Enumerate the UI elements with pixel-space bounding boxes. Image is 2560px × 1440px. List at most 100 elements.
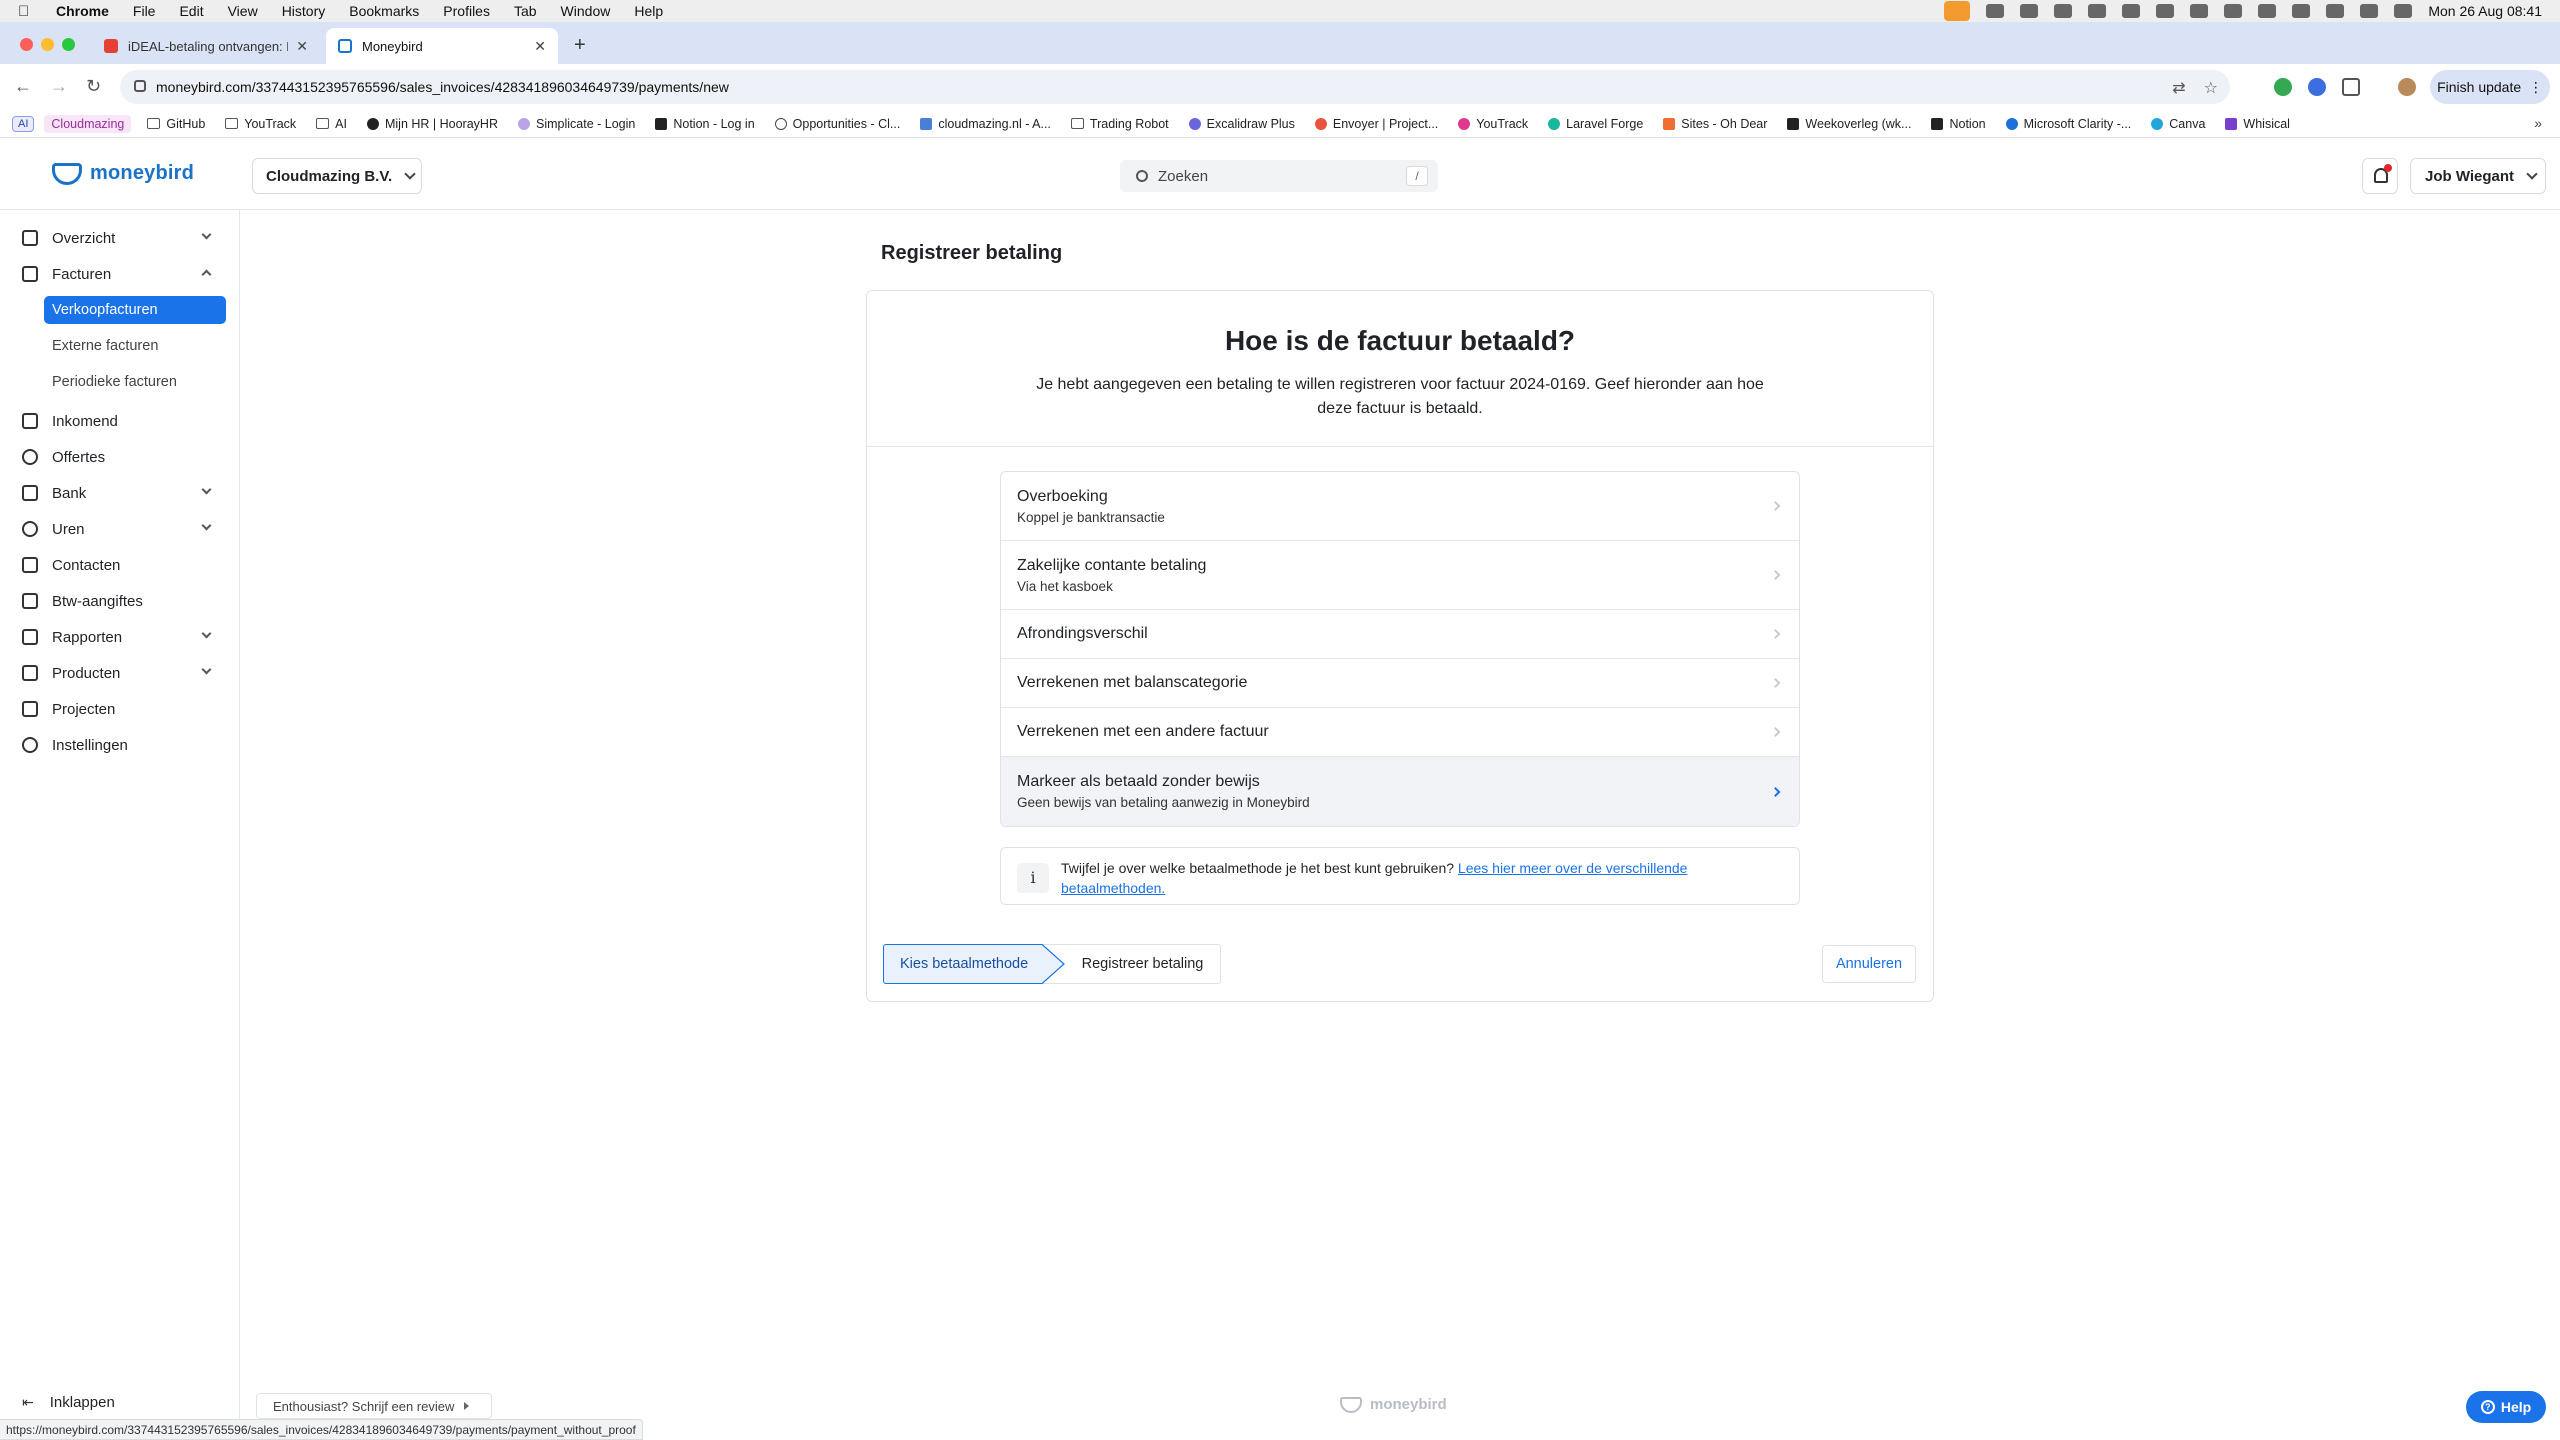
menu-history[interactable]: History bbox=[282, 3, 326, 19]
sidebar-item-facturen[interactable]: Facturen bbox=[22, 261, 222, 287]
close-tab-icon[interactable]: ✕ bbox=[296, 38, 308, 55]
bookmark-clarity[interactable]: Microsoft Clarity -... bbox=[2005, 117, 2131, 131]
bookmark-trading-robot[interactable]: Trading Robot bbox=[1070, 117, 1169, 131]
bookmark-notion-login[interactable]: Notion - Log in bbox=[655, 117, 755, 131]
profile-avatar[interactable] bbox=[2398, 78, 2416, 96]
sidebar-item-bank[interactable]: Bank bbox=[22, 480, 222, 506]
drive-extension-icon[interactable] bbox=[2274, 78, 2292, 96]
site-info-icon[interactable] bbox=[134, 80, 146, 92]
option-zonder-bewijs[interactable]: Markeer als betaald zonder bewijs Geen b… bbox=[1001, 757, 1799, 826]
help-button[interactable]: ? Help bbox=[2466, 1391, 2546, 1423]
close-window-icon[interactable] bbox=[20, 38, 33, 51]
option-balanscategorie[interactable]: Verrekenen met balanscategorie bbox=[1001, 659, 1799, 708]
forward-icon[interactable]: → bbox=[50, 76, 68, 97]
menu-tab[interactable]: Tab bbox=[514, 3, 537, 19]
extensions-icon[interactable] bbox=[2342, 78, 2360, 96]
sidebar-item-producten[interactable]: Producten bbox=[22, 660, 222, 686]
menubar-clock[interactable]: Mon 26 Aug 08:41 bbox=[2428, 3, 2542, 19]
password-extension-icon[interactable] bbox=[2308, 78, 2326, 96]
bookmark-simplicate[interactable]: Simplicate - Login bbox=[517, 117, 635, 131]
profile-bookmark-chip[interactable]: Cloudmazing bbox=[44, 114, 132, 133]
ai-badge[interactable]: AI bbox=[12, 115, 35, 132]
sidebar-subitem-periodieke-facturen[interactable]: Periodieke facturen bbox=[44, 368, 226, 396]
tray-icon[interactable] bbox=[2292, 4, 2311, 18]
translate-icon[interactable]: ⇄ bbox=[2172, 78, 2185, 98]
browser-tab-moneybird[interactable]: Moneybird ✕ bbox=[326, 28, 558, 64]
close-tab-icon[interactable]: ✕ bbox=[534, 38, 546, 55]
browser-tab-gmail[interactable]: iDEAL-betaling ontvangen: Fa ✕ bbox=[92, 28, 320, 64]
bookmark-envoyer[interactable]: Envoyer | Project... bbox=[1314, 117, 1438, 131]
new-tab-icon[interactable]: + bbox=[574, 34, 586, 57]
company-switcher[interactable]: Cloudmazing B.V. bbox=[252, 158, 422, 194]
user-menu-button[interactable]: Job Wiegant bbox=[2410, 158, 2546, 194]
back-icon[interactable]: ← bbox=[14, 76, 32, 97]
search-icon[interactable] bbox=[2394, 4, 2413, 18]
address-bar[interactable]: moneybird.com/337443152395765596/sales_i… bbox=[120, 70, 2230, 104]
notifications-button[interactable] bbox=[2362, 158, 2398, 194]
bookmark-hoorayhr[interactable]: Mijn HR | HoorayHR bbox=[366, 117, 498, 131]
moneybird-logo[interactable]: moneybird bbox=[52, 162, 194, 185]
tray-icon[interactable] bbox=[2020, 4, 2039, 18]
bookmark-canva[interactable]: Canva bbox=[2151, 117, 2205, 131]
maximize-window-icon[interactable] bbox=[62, 38, 75, 51]
bookmark-forge[interactable]: Laravel Forge bbox=[1548, 117, 1643, 131]
wifi-icon[interactable] bbox=[2326, 4, 2345, 18]
option-andere-factuur[interactable]: Verrekenen met een andere factuur bbox=[1001, 708, 1799, 757]
bookmark-opportunities[interactable]: Opportunities - Cl... bbox=[774, 117, 900, 131]
tray-icon[interactable] bbox=[2054, 4, 2073, 18]
bookmark-star-icon[interactable]: ☆ bbox=[2204, 78, 2218, 98]
menu-profiles[interactable]: Profiles bbox=[443, 3, 490, 19]
menu-bookmarks[interactable]: Bookmarks bbox=[349, 3, 419, 19]
menu-file[interactable]: File bbox=[133, 3, 156, 19]
tray-icon[interactable] bbox=[2258, 4, 2277, 18]
search-input[interactable]: Zoeken / bbox=[1120, 160, 1438, 192]
sidebar-subitem-verkoopfacturen[interactable]: Verkoopfacturen bbox=[44, 296, 226, 324]
bookmark-weekoverleg[interactable]: Weekoverleg (wk... bbox=[1787, 117, 1911, 131]
sidebar-subitem-externe-facturen[interactable]: Externe facturen bbox=[44, 332, 226, 360]
sidebar-item-overzicht[interactable]: Overzicht bbox=[22, 225, 222, 251]
bookmark-ai[interactable]: AI bbox=[316, 117, 347, 131]
sidebar-item-offertes[interactable]: Offertes bbox=[22, 444, 222, 470]
tray-icon[interactable] bbox=[2088, 4, 2107, 18]
sidebar-item-btw-aangiftes[interactable]: Btw-aangiftes bbox=[22, 588, 222, 614]
bookmark-youtrack-2[interactable]: YouTrack bbox=[1458, 117, 1528, 131]
bookmark-excalidraw[interactable]: Excalidraw Plus bbox=[1188, 117, 1295, 131]
sidebar-item-projecten[interactable]: Projecten bbox=[22, 696, 222, 722]
option-overboeking[interactable]: Overboeking Koppel je banktransactie bbox=[1001, 472, 1799, 541]
bookmark-whisical[interactable]: Whisical bbox=[2225, 117, 2290, 131]
collapse-sidebar-button[interactable]: ⇤ Inklappen bbox=[22, 1394, 115, 1411]
bookmark-notion[interactable]: Notion bbox=[1931, 117, 1986, 131]
menu-window[interactable]: Window bbox=[561, 3, 611, 19]
sidebar-item-rapporten[interactable]: Rapporten bbox=[22, 624, 222, 650]
bookmark-github[interactable]: GitHub bbox=[147, 117, 205, 131]
menu-view[interactable]: View bbox=[228, 3, 258, 19]
step-kies-betaalmethode[interactable]: Kies betaalmethode bbox=[883, 944, 1065, 984]
tray-icon[interactable] bbox=[1986, 4, 2005, 18]
apple-icon[interactable]:  bbox=[18, 3, 36, 20]
sidebar-item-instellingen[interactable]: Instellingen bbox=[22, 732, 222, 758]
more-bookmarks-icon[interactable]: » bbox=[2534, 115, 2542, 131]
battery-icon[interactable] bbox=[2360, 4, 2379, 18]
sidebar-item-inkomend[interactable]: Inkomend bbox=[22, 408, 222, 434]
bookmark-cloudmazing[interactable]: cloudmazing.nl - A... bbox=[920, 117, 1051, 131]
bookmark-youtrack[interactable]: YouTrack bbox=[225, 117, 296, 131]
cancel-button[interactable]: Annuleren bbox=[1822, 945, 1916, 983]
menu-help[interactable]: Help bbox=[634, 3, 663, 19]
review-prompt-button[interactable]: Enthousiast? Schrijf een review bbox=[256, 1393, 492, 1419]
tray-icon[interactable] bbox=[2190, 4, 2209, 18]
bookmark-ohdear[interactable]: Sites - Oh Dear bbox=[1663, 117, 1767, 131]
tray-icon[interactable] bbox=[2224, 4, 2243, 18]
microphone-icon[interactable] bbox=[1944, 1, 1971, 21]
step-registreer-betaling[interactable]: Registreer betaling bbox=[1043, 944, 1221, 984]
finish-update-button[interactable]: Finish update ⋮ bbox=[2430, 70, 2550, 104]
tray-icon[interactable] bbox=[2156, 4, 2175, 18]
menu-edit[interactable]: Edit bbox=[179, 3, 203, 19]
sidebar-item-contacten[interactable]: Contacten bbox=[22, 552, 222, 578]
reload-icon[interactable]: ↻ bbox=[86, 76, 101, 97]
option-contante-betaling[interactable]: Zakelijke contante betaling Via het kasb… bbox=[1001, 541, 1799, 610]
option-afrondingsverschil[interactable]: Afrondingsverschil bbox=[1001, 610, 1799, 659]
tray-icon[interactable] bbox=[2122, 4, 2141, 18]
menu-app-name[interactable]: Chrome bbox=[56, 3, 109, 19]
sidebar-item-uren[interactable]: Uren bbox=[22, 516, 222, 542]
minimize-window-icon[interactable] bbox=[41, 38, 54, 51]
